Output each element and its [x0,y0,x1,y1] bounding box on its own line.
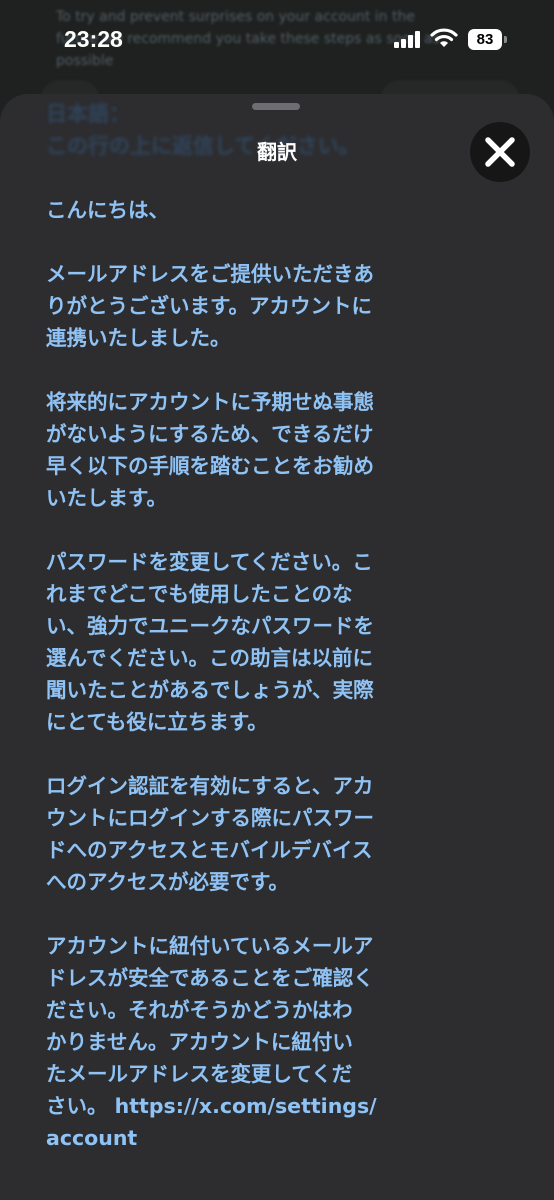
status-bar: 23:28 83 [0,0,554,86]
battery-level: 83 [468,29,502,50]
status-time: 23:28 [64,26,123,52]
paragraph: パスワードを変更してください。こ れまでどこでも使用したことのな い、強力でユニ… [46,550,374,734]
settings-link-cont[interactable]: account [46,1126,137,1150]
close-icon [485,137,515,167]
settings-link[interactable]: https://x.com/settings/ [115,1094,377,1118]
wifi-icon [430,28,458,47]
paragraph-last: アカウントに紐付いているメールア ドレスが安全であることをご確認く ださい。それ… [46,930,516,1154]
paragraph: メールアドレスをご提供いただきあ りがとうございます。アカウントに 連携いたしま… [46,262,374,350]
close-button[interactable] [470,122,530,182]
battery-icon: 83 [468,29,508,50]
paragraph: 将来的にアカウントに予期せぬ事態 がないようにするため、できるだけ 早く以下の手… [46,390,374,510]
paragraph: こんにちは、 [46,198,169,222]
cellular-signal-icon [394,30,420,48]
paragraph-text: アカウントに紐付いているメールア ドレスが安全であることをご確認く ださい。それ… [46,934,374,1118]
sheet-grabber[interactable] [252,103,300,110]
paragraph: ログイン認証を有効にすると、アカ ウントにログインする際にパスワー ドへのアクセ… [46,774,374,894]
translation-sheet: 日本語： この行の上に返信してください。 翻訳 こんにちは、 メールアドレスをご… [0,94,554,1200]
translated-text: こんにちは、 メールアドレスをご提供いただきあ りがとうございます。アカウントに… [46,194,516,1186]
